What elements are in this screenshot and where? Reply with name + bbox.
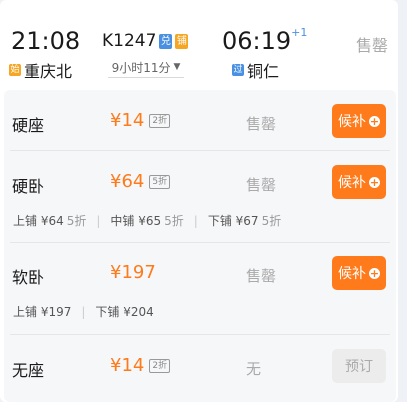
- seat-price-value: ¥64: [110, 171, 145, 192]
- arrival-time-value: 06:19: [222, 27, 292, 55]
- seat-price-value: ¥14: [110, 110, 145, 131]
- seat-row-soft-sleeper: 软卧 ¥197 售罄 候补 + 上铺 ¥197 | 下铺 ¥204: [4, 243, 396, 333]
- seat-status: 售罄: [246, 176, 277, 194]
- waitlist-button[interactable]: 候补 +: [332, 104, 386, 138]
- plus-circle-icon: +: [369, 175, 380, 189]
- seat-status: 售罄: [246, 115, 277, 133]
- discount-badge: 5折: [149, 175, 171, 189]
- seat-name: 软卧: [12, 268, 45, 287]
- next-day-offset: +1: [291, 26, 308, 39]
- duration-label: 9小时11分: [111, 60, 171, 75]
- berth-middle: 中铺 ¥65: [110, 214, 162, 228]
- train-card: 21:08 始 重庆北 K1247 兑 铺 9小时11分 ▼ 06:19+1 过…: [0, 0, 398, 402]
- waitlist-button-label: 候补: [338, 114, 366, 130]
- divider: |: [193, 213, 198, 228]
- arrival-station-name: 铜仁: [247, 62, 280, 81]
- seat-price-value: ¥197: [110, 262, 156, 283]
- pass-station-icon: 过: [232, 64, 244, 76]
- seat-price: ¥64 5折: [110, 171, 171, 192]
- waitlist-button-label: 候补: [338, 175, 366, 191]
- seat-status: 售罄: [246, 267, 277, 285]
- seat-name: 无座: [12, 361, 45, 380]
- berth-prices: 上铺 ¥197 | 下铺 ¥204: [13, 303, 154, 320]
- seat-price-value: ¥14: [110, 355, 145, 376]
- discount-badge: 2折: [149, 114, 171, 128]
- arrival-station: 过 铜仁: [232, 58, 279, 82]
- start-station-icon: 始: [9, 64, 21, 76]
- divider: |: [81, 304, 86, 319]
- seat-panel: 硬座 ¥14 2折 售罄 候补 + 硬卧 ¥64 5折 售罄 候补 + 上铺 ¥64 5折…: [4, 90, 396, 402]
- plus-circle-icon: +: [369, 114, 380, 128]
- chevron-down-icon: ▼: [173, 62, 181, 72]
- duration-toggle[interactable]: 9小时11分 ▼: [108, 57, 184, 78]
- exchange-badge: 兑: [159, 33, 173, 49]
- departure-station-name: 重庆北: [24, 62, 73, 81]
- discount-badge: 2折: [149, 359, 171, 373]
- seat-row-hard-sleeper: 硬卧 ¥64 5折 售罄 候补 + 上铺 ¥64 5折 | 中铺 ¥65 5折 | 下铺…: [4, 151, 396, 241]
- seat-name: 硬卧: [12, 177, 45, 196]
- divider: |: [96, 213, 101, 228]
- berth-prices: 上铺 ¥64 5折 | 中铺 ¥65 5折 | 下铺 ¥67 5折: [13, 212, 281, 229]
- train-number: K1247 兑 铺: [102, 31, 189, 51]
- waitlist-button[interactable]: 候补 +: [332, 256, 386, 290]
- seat-row-no-seat: 无座 ¥14 2折 无 预订: [4, 335, 396, 401]
- berth-upper-discount: 5折: [66, 214, 87, 228]
- seat-row-hard-seat: 硬座 ¥14 2折 售罄 候补 +: [4, 90, 396, 150]
- seat-price: ¥14 2折: [110, 110, 171, 131]
- waitlist-button[interactable]: 候补 +: [332, 165, 386, 199]
- berth-lower: 下铺 ¥204: [95, 305, 154, 319]
- arrival-time: 06:19+1: [222, 26, 308, 55]
- book-button[interactable]: 预订: [332, 349, 386, 383]
- seat-status: 无: [246, 360, 262, 378]
- berth-lower-discount: 5折: [261, 214, 282, 228]
- train-number-label: K1247: [102, 31, 157, 51]
- train-status: 售罄: [356, 36, 389, 55]
- seat-price: ¥197: [110, 262, 156, 283]
- berth-upper: 上铺 ¥197: [13, 305, 72, 319]
- berth-upper: 上铺 ¥64: [13, 214, 64, 228]
- plus-circle-icon: +: [369, 266, 380, 280]
- sleeper-badge: 铺: [175, 33, 189, 49]
- berth-lower: 下铺 ¥67: [207, 214, 259, 228]
- seat-name: 硬座: [12, 116, 45, 135]
- departure-time: 21:08: [11, 27, 81, 55]
- waitlist-button-label: 候补: [338, 266, 366, 282]
- seat-price: ¥14 2折: [110, 355, 171, 376]
- train-header[interactable]: 21:08 始 重庆北 K1247 兑 铺 9小时11分 ▼ 06:19+1 过…: [0, 0, 398, 88]
- berth-middle-discount: 5折: [164, 214, 184, 228]
- book-button-label: 预订: [345, 359, 373, 375]
- departure-station: 始 重庆北: [9, 58, 72, 82]
